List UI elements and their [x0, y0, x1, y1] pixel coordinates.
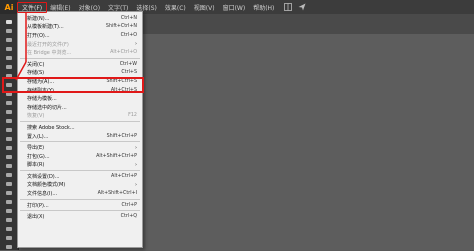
- selection-tool-icon[interactable]: [0, 17, 18, 26]
- menu-item-browse-in-bridge[interactable]: 在 Bridge 中浏览... Alt+Ctrl+O: [18, 48, 142, 57]
- menu-item-shortcut: Alt+Ctrl+P: [111, 173, 137, 179]
- gradient-tool-icon[interactable]: [0, 179, 18, 188]
- submenu-arrow-icon: ›: [135, 181, 137, 188]
- menu-item-label: 从模板新建(T)...: [27, 24, 64, 31]
- menu-item-revert[interactable]: 恢复(V) F12: [18, 112, 142, 121]
- shape-builder-tool-icon[interactable]: [0, 152, 18, 161]
- app-logo: Ai: [0, 0, 18, 14]
- menu-item-print[interactable]: 打印(P)... Ctrl+P: [18, 201, 142, 210]
- send-icon[interactable]: [298, 3, 306, 11]
- symbol-sprayer-tool-icon[interactable]: [0, 206, 18, 215]
- highlight-box-file-menu: [17, 2, 47, 13]
- eyedropper-tool-icon[interactable]: [0, 188, 18, 197]
- file-menu-dropdown: 新建(N)... Ctrl+N 从模板新建(T)... Shift+Ctrl+N 打…: [17, 11, 143, 248]
- menu-item-scripts[interactable]: 脚本(R) ›: [18, 161, 142, 170]
- menu-item-label: 导出(E): [27, 145, 45, 152]
- menu-item-new[interactable]: 新建(N)... Ctrl+N: [18, 14, 142, 23]
- menu-separator: [20, 121, 140, 123]
- menu-item-export[interactable]: 导出(E) ›: [18, 143, 142, 152]
- menu-separator: [20, 210, 140, 212]
- menu-item-shortcut: Alt+Ctrl+O: [110, 50, 137, 56]
- menu-item-label: 搜索 Adobe Stock...: [27, 124, 75, 131]
- menu-item-save-selected-slices[interactable]: 存储选中的切片...: [18, 103, 142, 112]
- menu-item-label: 存储(S): [27, 70, 45, 77]
- eraser-tool-icon[interactable]: [0, 107, 18, 116]
- menu-view[interactable]: 视图(V): [190, 0, 219, 14]
- type-tool-icon[interactable]: [0, 62, 18, 71]
- menu-item-label: 存储为模板...: [27, 96, 57, 103]
- menu-separator: [20, 170, 140, 172]
- menu-item-shortcut: F12: [128, 113, 137, 119]
- menu-item-save-as-template[interactable]: 存储为模板...: [18, 94, 142, 103]
- workspace-grid-icon[interactable]: [284, 3, 293, 11]
- slice-tool-icon[interactable]: [0, 233, 18, 242]
- menu-item-label: 新建(N)...: [27, 15, 50, 22]
- menu-item-shortcut: Ctrl+Q: [120, 214, 137, 220]
- direct-selection-tool-icon[interactable]: [0, 26, 18, 35]
- pencil-tool-icon[interactable]: [0, 98, 18, 107]
- perspective-grid-tool-icon[interactable]: [0, 161, 18, 170]
- menu-effect[interactable]: 效果(C): [161, 0, 190, 14]
- menu-separator: [20, 141, 140, 143]
- submenu-arrow-icon: ›: [135, 41, 137, 48]
- submenu-arrow-icon: ›: [135, 161, 137, 168]
- menu-item-open-recent[interactable]: 最近打开的文件(F) ›: [18, 40, 142, 49]
- menu-item-shortcut: Ctrl+W: [119, 61, 137, 67]
- menu-item-label: 在 Bridge 中浏览...: [27, 50, 72, 57]
- menu-item-label: 退出(X): [27, 214, 45, 221]
- menu-item-document-color-mode[interactable]: 文档颜色模式(M) ›: [18, 181, 142, 190]
- menu-item-label: 文件信息(I)...: [27, 191, 58, 198]
- menu-item-shortcut: Ctrl+O: [120, 32, 137, 38]
- graph-tool-icon[interactable]: [0, 215, 18, 224]
- menu-window[interactable]: 窗口(W): [219, 0, 250, 14]
- scale-tool-icon[interactable]: [0, 125, 18, 134]
- menu-separator: [20, 198, 140, 200]
- menu-item-shortcut: Alt+Shift+Ctrl+I: [97, 191, 137, 197]
- menu-item-label: 置入(L)...: [27, 133, 49, 140]
- width-tool-icon[interactable]: [0, 134, 18, 143]
- menu-item-shortcut: Ctrl+S: [121, 70, 137, 76]
- menu-item-shortcut: Ctrl+P: [121, 202, 137, 208]
- artboard-tool-icon[interactable]: [0, 224, 18, 233]
- menu-item-label: 打包(G)...: [27, 153, 50, 160]
- magic-wand-tool-icon[interactable]: [0, 35, 18, 44]
- menu-item-new-from-template[interactable]: 从模板新建(T)... Shift+Ctrl+N: [18, 23, 142, 32]
- menu-help[interactable]: 帮助(H): [249, 0, 278, 14]
- mesh-tool-icon[interactable]: [0, 170, 18, 179]
- highlight-box-save-as: [2, 77, 144, 93]
- menu-item-label: 打开(O)...: [27, 32, 50, 39]
- menu-separator: [20, 57, 140, 59]
- menu-item-label: 存储选中的切片...: [27, 104, 67, 111]
- menu-item-shortcut: Shift+Ctrl+N: [105, 24, 137, 30]
- blend-tool-icon[interactable]: [0, 197, 18, 206]
- menu-item-label: 恢复(V): [27, 113, 45, 120]
- menu-item-save[interactable]: 存储(S) Ctrl+S: [18, 69, 142, 78]
- menu-item-file-info[interactable]: 文件信息(I)... Alt+Shift+Ctrl+I: [18, 189, 142, 198]
- menu-item-close[interactable]: 关闭(C) Ctrl+W: [18, 60, 142, 69]
- menu-item-exit[interactable]: 退出(X) Ctrl+Q: [18, 212, 142, 221]
- pen-tool-icon[interactable]: [0, 53, 18, 62]
- menu-item-shortcut: Shift+Ctrl+P: [106, 133, 137, 139]
- menu-item-shortcut: Ctrl+N: [120, 15, 137, 21]
- menu-item-label: 文档设置(D)...: [27, 173, 60, 180]
- menu-item-place[interactable]: 置入(L)... Shift+Ctrl+P: [18, 132, 142, 141]
- menu-item-open[interactable]: 打开(O)... Ctrl+O: [18, 31, 142, 40]
- lasso-tool-icon[interactable]: [0, 44, 18, 53]
- menu-item-shortcut: Alt+Shift+Ctrl+P: [96, 153, 137, 159]
- submenu-arrow-icon: ›: [135, 144, 137, 151]
- menu-item-search-adobe-stock[interactable]: 搜索 Adobe Stock...: [18, 123, 142, 132]
- rotate-tool-icon[interactable]: [0, 116, 18, 125]
- free-transform-tool-icon[interactable]: [0, 143, 18, 152]
- menu-item-document-setup[interactable]: 文档设置(D)... Alt+Ctrl+P: [18, 172, 142, 181]
- menu-item-package[interactable]: 打包(G)... Alt+Shift+Ctrl+P: [18, 152, 142, 161]
- menu-item-label: 脚本(R): [27, 162, 45, 169]
- menu-item-label: 最近打开的文件(F): [27, 41, 69, 48]
- menu-item-label: 关闭(C): [27, 61, 45, 68]
- menu-item-label: 打印(P)...: [27, 202, 49, 209]
- menu-item-label: 文档颜色模式(M): [27, 182, 66, 189]
